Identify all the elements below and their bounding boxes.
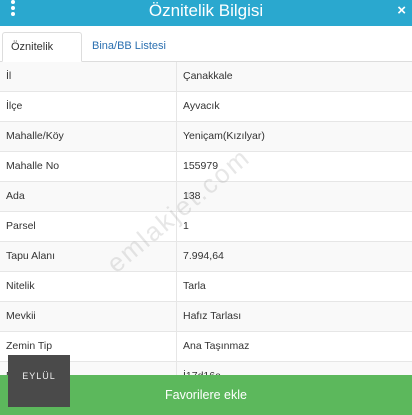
row-value: 1 xyxy=(183,220,189,232)
table-row: Mevkii Hafız Tarlası xyxy=(0,302,412,332)
table-row: Ada 138 xyxy=(0,182,412,212)
row-value: 138 xyxy=(183,190,201,202)
row-value: Yeniçam(Kızılyar) xyxy=(183,130,265,142)
table-row: Parsel 1 xyxy=(0,212,412,242)
row-value: Çanakkale xyxy=(183,70,233,82)
tab-oznitelik-bilgisi[interactable]: Öznitelik Bilgisi xyxy=(2,32,82,82)
table-row: Mahalle/Köy Yeniçam(Kızılyar) xyxy=(0,122,412,152)
table-row: Nitelik Tarla xyxy=(0,272,412,302)
agency-logo: EYLÜL xyxy=(8,355,70,407)
row-key: Nitelik xyxy=(6,280,35,292)
close-icon[interactable]: × xyxy=(397,0,406,22)
attribute-table: İl Çanakkale İlçe Ayvacık Mahalle/Köy Yeniç… xyxy=(0,62,412,392)
table-row: İl Çanakkale xyxy=(0,62,412,92)
logo-text: EYLÜL xyxy=(22,371,56,381)
row-key: Parsel xyxy=(6,220,36,232)
row-value: Ana Taşınmaz xyxy=(183,340,250,352)
table-row: Tapu Alanı 7.994,64 xyxy=(0,242,412,272)
tab-bina-bb-listesi[interactable]: Bina/BB Listesi xyxy=(84,32,174,62)
table-row: Mahalle No 155979 xyxy=(0,152,412,182)
tab-bar: Öznitelik Bilgisi Bina/BB Listesi xyxy=(0,26,412,82)
row-key: İlçe xyxy=(6,100,23,112)
row-key: Mahalle/Köy xyxy=(6,130,64,142)
row-value: Hafız Tarlası xyxy=(183,310,242,322)
row-value: 7.994,64 xyxy=(183,250,224,262)
row-value: Tarla xyxy=(183,280,206,292)
row-value: 155979 xyxy=(183,160,219,172)
row-key: Ada xyxy=(6,190,25,202)
table-row: İlçe Ayvacık xyxy=(0,92,412,122)
row-value: Ayvacık xyxy=(183,100,220,112)
row-key: Tapu Alanı xyxy=(6,250,56,262)
header-bar: Öznitelik Bilgisi × xyxy=(0,0,412,26)
page-title: Öznitelik Bilgisi xyxy=(148,1,264,20)
row-key: Mevkii xyxy=(6,310,36,322)
row-key: İl xyxy=(6,70,12,82)
row-key: Mahalle No xyxy=(6,160,60,172)
